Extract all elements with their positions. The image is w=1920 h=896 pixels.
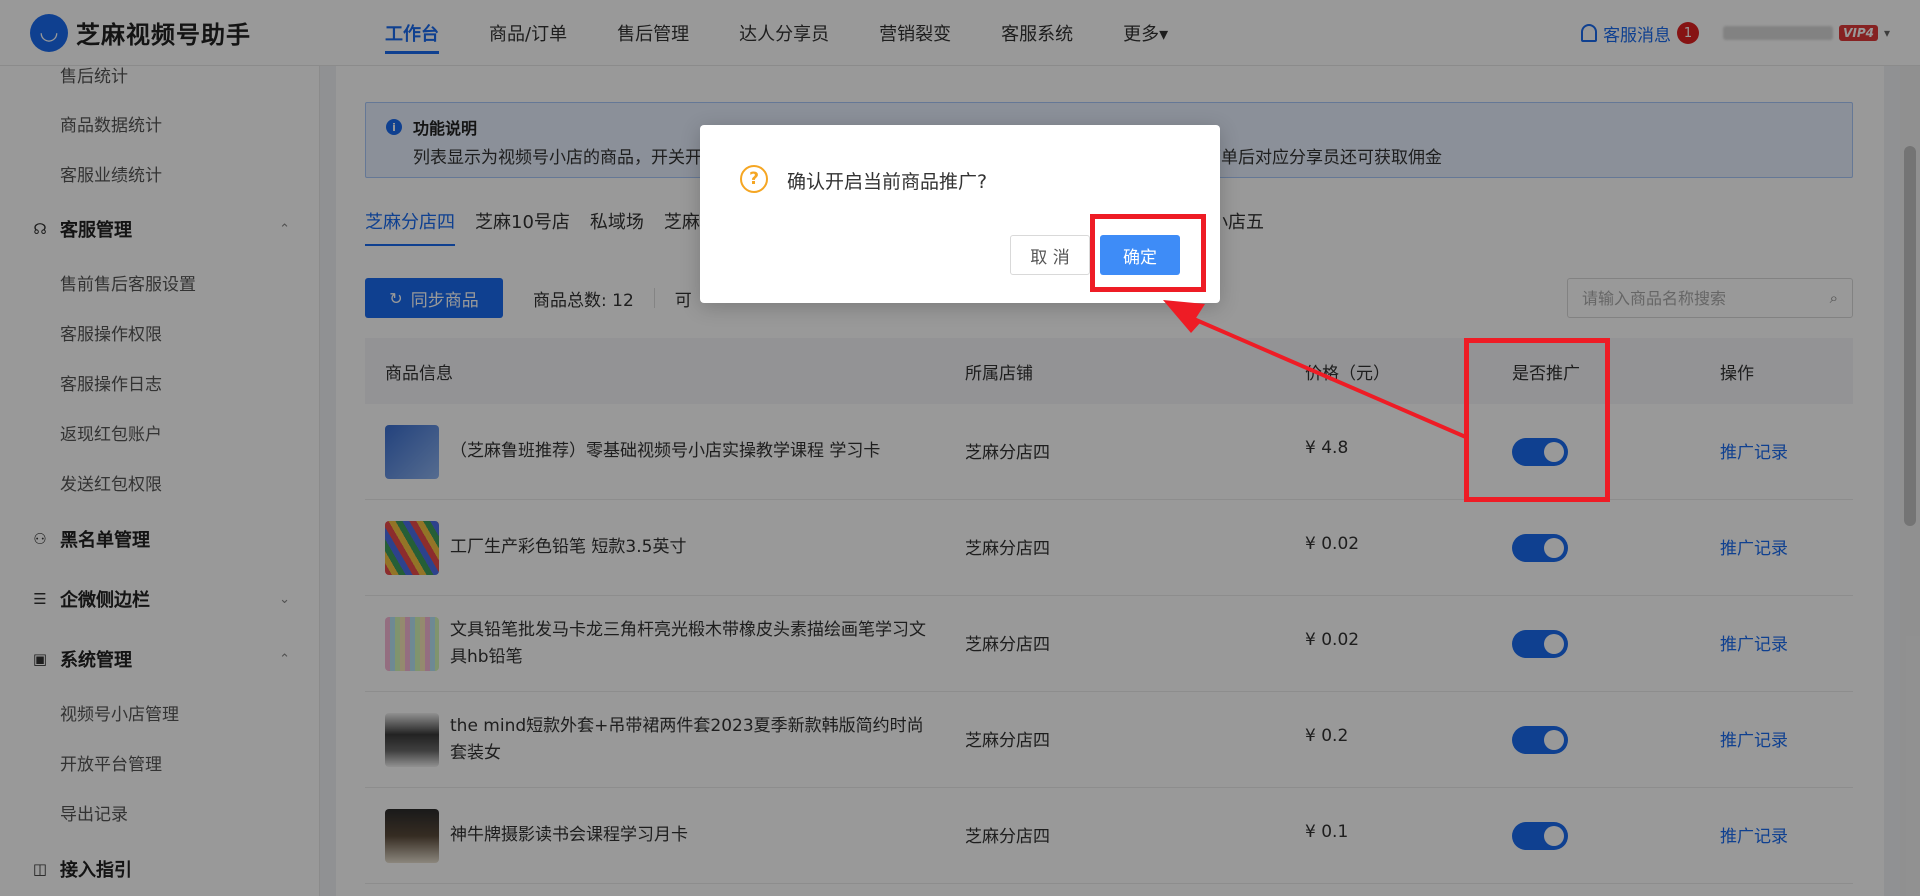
annotation-arrow	[1163, 300, 1469, 440]
